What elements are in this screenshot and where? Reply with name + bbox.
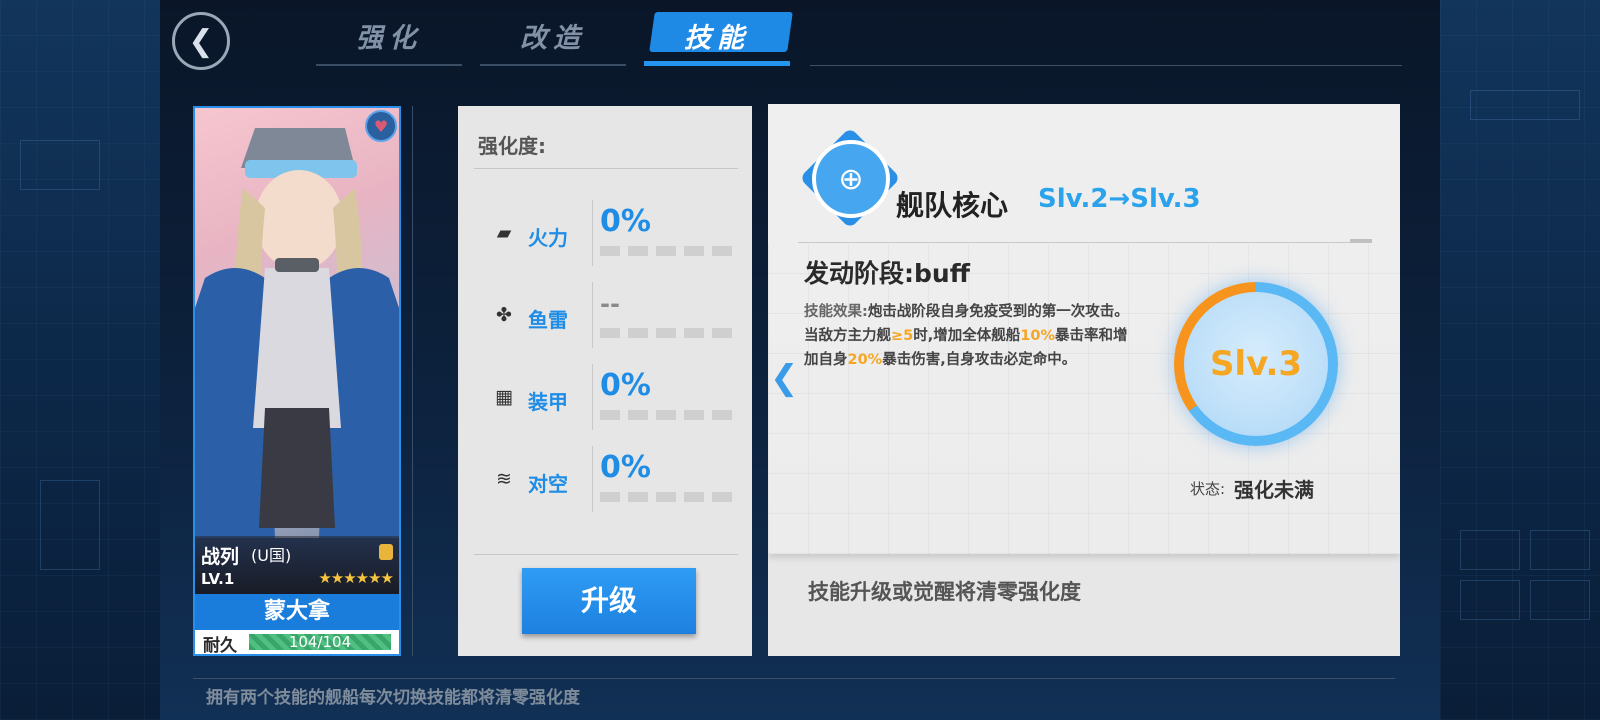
durability-row: 耐久 104/104 xyxy=(195,630,399,654)
ship-name: 蒙大拿 xyxy=(195,594,399,630)
back-button[interactable]: ❮ xyxy=(172,12,230,70)
ship-nation: (U国) xyxy=(251,546,292,565)
status-value: 强化未满 xyxy=(1234,478,1314,502)
skill-level-ring: Slv.3 xyxy=(1174,282,1338,446)
stat-value: -- xyxy=(600,290,620,318)
star-rating: ★★★★★★ xyxy=(318,569,394,587)
ship-portrait xyxy=(195,108,399,538)
stat-row-antiair: ≋ 对空 0% xyxy=(458,446,752,516)
stat-progress xyxy=(600,246,732,256)
ship-info-band: 战列 (U国) LV.1 ★★★★★★ xyxy=(195,536,399,594)
header-divider xyxy=(810,65,1402,66)
enhancement-title: 强化度: xyxy=(478,134,546,158)
skill-level: Slv.3 xyxy=(1184,292,1328,436)
skill-phase: 发动阶段:buff xyxy=(804,259,970,288)
collapse-arrow-icon[interactable]: ❮ xyxy=(770,358,799,398)
stat-row-firepower: ▰ 火力 0% xyxy=(458,200,752,270)
durability-bar: 104/104 xyxy=(249,634,391,650)
skill-name: 舰队核心 xyxy=(896,189,1009,222)
tab-enhance[interactable]: 强化 xyxy=(316,10,462,66)
favorite-heart-icon[interactable]: ♥ xyxy=(365,110,397,142)
skill-detail: ⊕ 舰队核心 Slv.2→Slv.3 发动阶段:buff 技能效果:炮击战阶段自… xyxy=(768,104,1400,554)
stat-progress xyxy=(600,410,732,420)
background-right xyxy=(1440,0,1600,720)
background-left xyxy=(0,0,160,720)
stat-row-armor: ▦ 装甲 0% xyxy=(458,364,752,434)
stat-name: 鱼雷 xyxy=(528,308,568,332)
skill-description: 技能效果:炮击战阶段自身免疫受到的第一次攻击。当敌方主力舰≥5时,增加全体舰船1… xyxy=(804,304,1129,368)
skill-note: 技能升级或觉醒将清零强化度 xyxy=(808,580,1081,604)
status-label: 状态: xyxy=(1190,480,1226,498)
tab-label: 强化 xyxy=(356,23,422,54)
tab-label: 改造 xyxy=(520,23,586,54)
tab-label: 技能 xyxy=(684,23,750,54)
stat-name: 装甲 xyxy=(528,390,568,414)
stat-name: 对空 xyxy=(528,472,568,496)
tab-skill[interactable]: 技能 xyxy=(644,10,793,66)
footer-divider xyxy=(193,678,1395,679)
ship-card[interactable]: ♥ 战列 (U国) LV.1 ★★★★★★ 蒙大拿 耐久 104/104 xyxy=(193,106,401,656)
stat-value: 0% xyxy=(600,368,651,403)
character-illustration xyxy=(195,128,399,538)
card-divider xyxy=(412,106,413,656)
stat-name: 火力 xyxy=(528,226,568,250)
lock-icon[interactable] xyxy=(379,544,393,560)
stat-progress xyxy=(600,328,732,338)
antiair-icon: ≋ xyxy=(496,468,512,490)
footer-hint: 拥有两个技能的舰船每次切换技能都将清零强化度 xyxy=(206,688,580,708)
ship-level: LV.1 xyxy=(201,570,235,588)
ship-type: 战列 xyxy=(201,546,240,568)
armor-icon: ▦ xyxy=(495,386,513,408)
torpedo-icon: ✤ xyxy=(496,304,512,326)
firepower-icon: ▰ xyxy=(496,222,512,244)
fleet-core-icon: ⊕ xyxy=(812,140,890,218)
chevron-left-icon: ❮ xyxy=(188,23,214,59)
durability-label: 耐久 xyxy=(203,636,237,656)
skill-panel: ⊕ 舰队核心 Slv.2→Slv.3 发动阶段:buff 技能效果:炮击战阶段自… xyxy=(768,104,1400,656)
tab-refit[interactable]: 改造 xyxy=(480,10,626,66)
skill-level-change: Slv.2→Slv.3 xyxy=(1038,184,1201,214)
enhancement-panel: 强化度: ▰ 火力 0% ✤ 鱼雷 -- ▦ 装甲 0% ≋ 对空 0% 升级 xyxy=(458,106,752,656)
stat-row-torpedo: ✤ 鱼雷 -- xyxy=(458,282,752,352)
upgrade-button[interactable]: 升级 xyxy=(522,568,696,634)
stat-value: 0% xyxy=(600,450,651,485)
stat-progress xyxy=(600,492,732,502)
stat-value: 0% xyxy=(600,204,651,239)
